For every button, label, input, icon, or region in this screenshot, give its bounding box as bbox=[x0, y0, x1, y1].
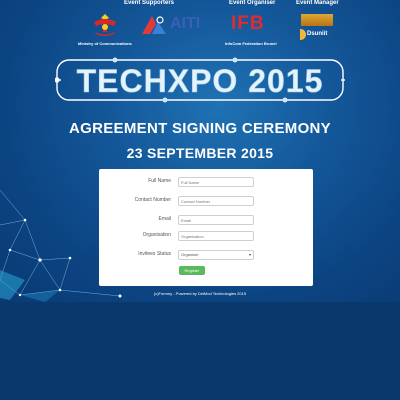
contact-number-row: Contact Number bbox=[99, 196, 313, 206]
chevron-down-icon: ▾ bbox=[248, 252, 251, 257]
ministry-crest-logo bbox=[94, 14, 116, 36]
invitees-status-row: Invitees Status Organiser ▾ bbox=[99, 250, 313, 260]
full-name-row: Full Name bbox=[99, 177, 313, 187]
manager-d-icon bbox=[300, 29, 306, 40]
full-name-label: Full Name bbox=[148, 178, 171, 184]
event-supporters-heading: Event Supporters bbox=[124, 0, 175, 6]
invitees-status-value: Organiser bbox=[181, 252, 199, 257]
contact-number-input[interactable] bbox=[178, 196, 254, 206]
email-label: Email bbox=[158, 216, 171, 222]
ifb-logo: IFB bbox=[231, 13, 265, 34]
hero-banner: Event Supporters Event Organiser Event M… bbox=[0, 0, 400, 302]
register-button[interactable]: Register bbox=[179, 266, 205, 275]
manager-logo-graphic bbox=[301, 14, 333, 26]
organisation-label: Organisation bbox=[142, 232, 171, 238]
email-input[interactable] bbox=[178, 215, 254, 225]
ministry-caption: Ministry of Communications bbox=[78, 41, 132, 46]
aiti-logo: AITI bbox=[170, 15, 201, 32]
footer-text: (c)Formny - Powered by DelMod Technologi… bbox=[153, 291, 247, 296]
ifb-caption: InfoCom Federation Brunei bbox=[225, 41, 277, 46]
organisation-row: Organisation bbox=[99, 231, 313, 241]
manager-logo: Dsuniit bbox=[307, 31, 328, 37]
event-organiser-heading: Event Organiser bbox=[229, 0, 276, 6]
email-row: Email bbox=[99, 215, 313, 225]
invitees-status-label: Invitees Status bbox=[138, 251, 171, 257]
page-background bbox=[0, 302, 400, 400]
contact-number-label: Contact Number bbox=[134, 197, 171, 203]
event-manager-heading: Event Manager bbox=[296, 0, 339, 6]
aiti-mark-icon bbox=[142, 16, 166, 34]
event-title: AGREEMENT SIGNING CEREMONY bbox=[69, 120, 331, 137]
invitees-status-select[interactable]: Organiser ▾ bbox=[178, 250, 254, 260]
techxpo-logo-text: TECHXPO 2015 bbox=[77, 63, 324, 99]
registration-form: Full Name Contact Number Email Organisat… bbox=[99, 169, 313, 286]
event-date: 23 SEPTEMBER 2015 bbox=[126, 145, 274, 161]
full-name-input[interactable] bbox=[178, 177, 254, 187]
techxpo-logo: TECHXPO 2015 bbox=[55, 57, 345, 103]
organisation-input[interactable] bbox=[178, 231, 254, 241]
